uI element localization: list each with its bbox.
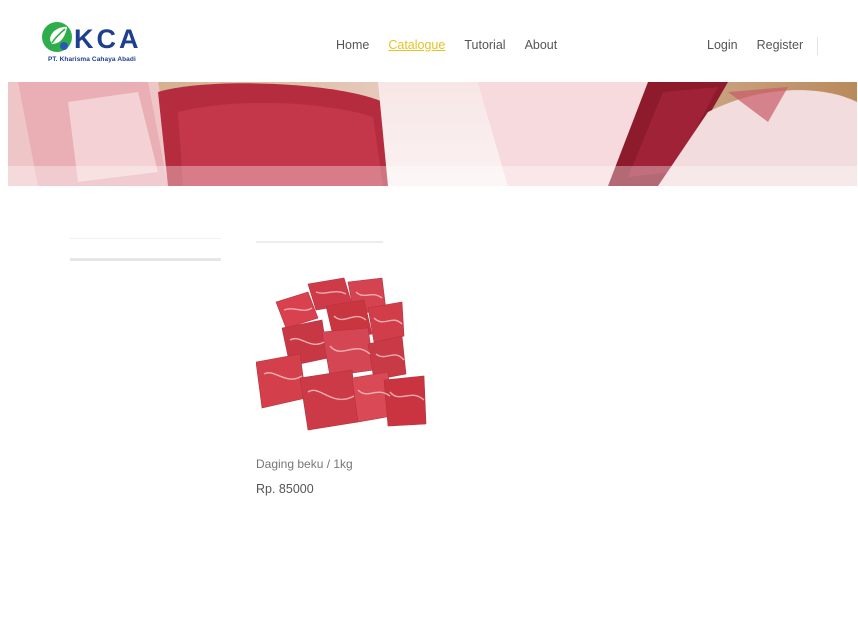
leaf-logo-icon (42, 22, 72, 52)
auth-links: Login Register (707, 37, 822, 53)
login-link[interactable]: Login (707, 37, 738, 53)
header-divider (817, 37, 818, 55)
register-link[interactable]: Register (757, 37, 804, 53)
nav-home[interactable]: Home (336, 37, 369, 53)
product-price: Rp. 85000 (256, 482, 314, 496)
site-header: KCA PT. Kharisma Cahaya Abadi Home Catal… (0, 0, 858, 82)
product-list-divider (256, 241, 383, 243)
nav-about[interactable]: About (525, 37, 558, 53)
frozen-meat-banner (8, 82, 857, 186)
main-nav: Home Catalogue Tutorial About (336, 37, 576, 53)
sidebar-filter-bar (70, 258, 221, 261)
product-card[interactable]: Daging beku / 1kg Rp. 85000 (256, 270, 436, 510)
company-logo[interactable]: KCA PT. Kharisma Cahaya Abadi (40, 18, 150, 70)
logo-subtitle: PT. Kharisma Cahaya Abadi (48, 56, 136, 63)
nav-catalogue[interactable]: Catalogue (388, 37, 445, 53)
beef-cubes-image[interactable] (256, 270, 430, 440)
sidebar-divider (70, 238, 221, 239)
nav-tutorial[interactable]: Tutorial (464, 37, 505, 53)
banner-image (8, 82, 857, 186)
logo-letters: KCA (74, 24, 142, 54)
product-name[interactable]: Daging beku / 1kg (256, 457, 353, 471)
